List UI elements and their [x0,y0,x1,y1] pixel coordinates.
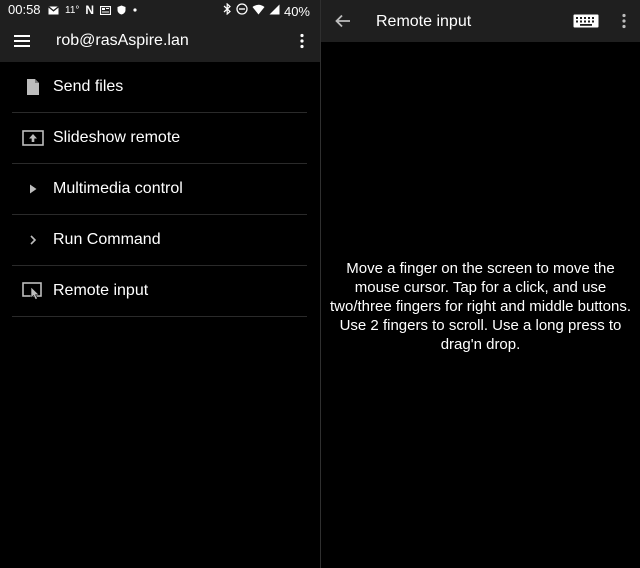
hamburger-icon[interactable] [10,29,34,53]
menu-item-multimedia-control[interactable]: Multimedia control [12,164,307,215]
page-title: Remote input [376,13,472,30]
right-toolbar: Remote input [321,0,640,42]
menu-item-slideshow-remote[interactable]: Slideshow remote [12,113,307,164]
touchpad-help-text: Move a finger on the screen to move the … [330,260,631,353]
menu-item-label: Multimedia control [53,180,183,197]
device-title: rob@rasAspire.lan [56,32,189,49]
gmail-icon [48,5,59,15]
dot-icon [132,7,138,13]
presentation-icon [22,128,44,148]
menu-item-label: Send files [53,78,124,95]
menu-item-label: Remote input [53,282,149,299]
arrow-back-icon[interactable] [331,9,355,33]
system-icons: 40% [223,2,310,20]
menu-item-label: Slideshow remote [53,129,181,146]
wifi-icon [252,2,265,20]
more-vert-icon[interactable] [290,29,314,53]
status-time: 00:58 [8,2,41,17]
netflix-icon: N [85,3,95,17]
menu-item-remote-input[interactable]: Remote input [12,266,307,317]
chevron-right-icon [22,230,44,250]
plugin-list: Send files Slideshow remote Multimedia c… [12,62,307,317]
temperature: 11° [65,4,80,16]
file-icon [22,77,44,97]
keyboard-icon[interactable] [571,9,601,33]
left-pane: 00:58 11° N 40% rob@rasAspire.lan Send f… [0,0,320,568]
touchpad-icon [22,281,44,301]
menu-item-label: Run Command [53,231,161,248]
status-bar: 00:58 11° N 40% [0,0,320,20]
play-icon [22,179,44,199]
shield-icon [117,5,126,15]
menu-item-send-files[interactable]: Send files [12,62,307,113]
news-icon [100,5,112,15]
notification-icons: 11° N [48,3,138,17]
battery-level: 40% [283,3,310,19]
signal-icon [269,2,280,20]
do-not-disturb-icon [236,2,248,20]
right-pane: Remote input Move a finger on the screen… [321,0,640,568]
left-toolbar: rob@rasAspire.lan [0,20,320,62]
more-vert-icon[interactable] [612,9,636,33]
menu-item-run-command[interactable]: Run Command [12,215,307,266]
bluetooth-icon [223,2,232,20]
